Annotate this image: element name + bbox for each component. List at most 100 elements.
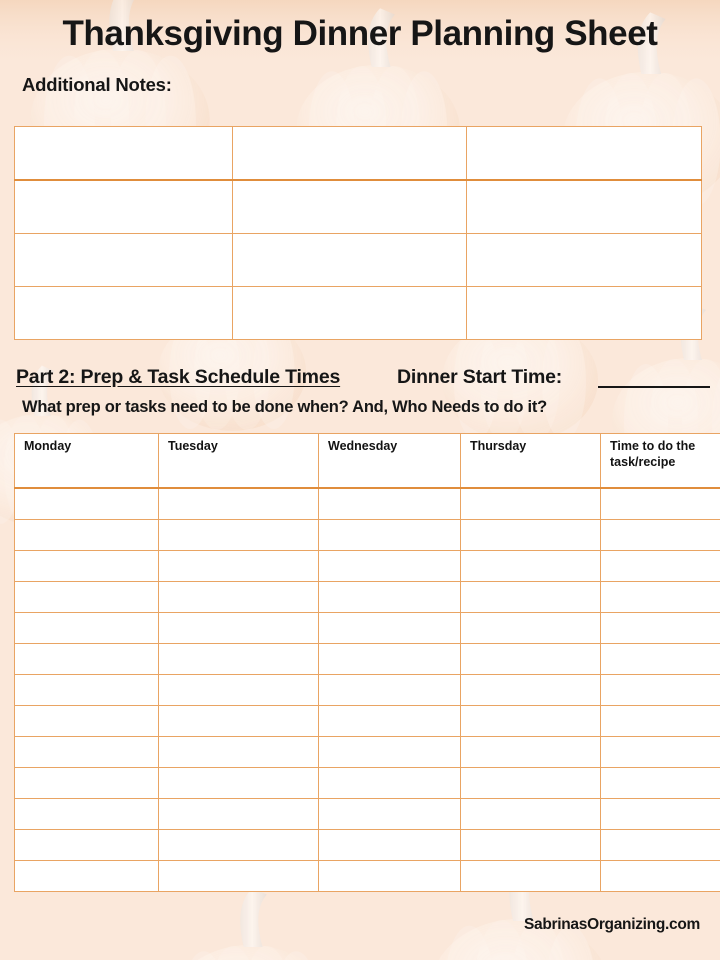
schedule-cell[interactable] [600, 674, 720, 706]
schedule-cell[interactable] [460, 829, 601, 861]
schedule-cell[interactable] [158, 550, 319, 582]
column-header-time-to-do-task: Time to do the task/recipe [600, 433, 720, 489]
schedule-cell[interactable] [460, 860, 601, 892]
schedule-cell[interactable] [600, 487, 720, 520]
schedule-cell[interactable] [600, 767, 720, 799]
notes-cell[interactable] [466, 179, 702, 234]
schedule-cell[interactable] [318, 550, 461, 582]
schedule-cell[interactable] [460, 487, 601, 520]
table-row [14, 179, 702, 234]
table-row [14, 612, 720, 644]
schedule-cell[interactable] [318, 643, 461, 675]
notes-cell[interactable] [232, 179, 467, 234]
schedule-cell[interactable] [318, 674, 461, 706]
schedule-cell[interactable] [14, 519, 159, 551]
notes-cell[interactable] [232, 286, 467, 340]
schedule-cell[interactable] [14, 736, 159, 768]
table-row [14, 126, 702, 181]
schedule-cell[interactable] [318, 581, 461, 613]
schedule-cell[interactable] [158, 581, 319, 613]
schedule-cell[interactable] [158, 519, 319, 551]
schedule-cell[interactable] [460, 519, 601, 551]
schedule-cell[interactable] [14, 705, 159, 737]
schedule-cell[interactable] [318, 487, 461, 520]
notes-cell[interactable] [14, 233, 233, 287]
planning-sheet-page: Thanksgiving Dinner Planning Sheet Addit… [0, 0, 720, 960]
schedule-cell[interactable] [460, 736, 601, 768]
table-row [14, 581, 720, 613]
schedule-cell[interactable] [600, 829, 720, 861]
column-header-tuesday: Tuesday [158, 433, 319, 489]
schedule-cell[interactable] [460, 643, 601, 675]
notes-cell[interactable] [14, 179, 233, 234]
page-title: Thanksgiving Dinner Planning Sheet [62, 14, 658, 53]
schedule-cell[interactable] [318, 612, 461, 644]
notes-cell[interactable] [14, 126, 233, 181]
table-row [14, 519, 720, 551]
schedule-cell[interactable] [600, 612, 720, 644]
schedule-cell[interactable] [14, 643, 159, 675]
table-row [14, 767, 720, 799]
schedule-cell[interactable] [600, 705, 720, 737]
table-row [14, 736, 720, 768]
schedule-cell[interactable] [14, 487, 159, 520]
notes-cell[interactable] [466, 233, 702, 287]
schedule-cell[interactable] [460, 674, 601, 706]
column-header-monday: Monday [14, 433, 159, 489]
schedule-cell[interactable] [14, 674, 159, 706]
table-row [14, 798, 720, 830]
schedule-cell[interactable] [318, 736, 461, 768]
schedule-cell[interactable] [600, 736, 720, 768]
schedule-cell[interactable] [158, 705, 319, 737]
notes-cell[interactable] [466, 286, 702, 340]
schedule-cell[interactable] [158, 829, 319, 861]
additional-notes-body [14, 126, 702, 340]
dinner-start-time-field[interactable] [598, 386, 710, 388]
schedule-cell[interactable] [14, 860, 159, 892]
schedule-cell[interactable] [318, 860, 461, 892]
schedule-cell[interactable] [158, 860, 319, 892]
table-row [14, 233, 702, 287]
schedule-cell[interactable] [600, 643, 720, 675]
schedule-cell[interactable] [460, 767, 601, 799]
schedule-cell[interactable] [600, 860, 720, 892]
schedule-cell[interactable] [318, 798, 461, 830]
schedule-cell[interactable] [600, 550, 720, 582]
schedule-cell[interactable] [14, 767, 159, 799]
table-row [14, 829, 720, 861]
schedule-cell[interactable] [460, 798, 601, 830]
schedule-cell[interactable] [318, 829, 461, 861]
dinner-start-time-label: Dinner Start Time: [397, 366, 563, 388]
column-header-thursday: Thursday [460, 433, 601, 489]
schedule-cell[interactable] [318, 519, 461, 551]
schedule-cell[interactable] [14, 550, 159, 582]
notes-cell[interactable] [232, 233, 467, 287]
table-row [14, 860, 720, 892]
schedule-cell[interactable] [600, 798, 720, 830]
schedule-cell[interactable] [460, 550, 601, 582]
schedule-cell[interactable] [460, 581, 601, 613]
schedule-cell[interactable] [158, 612, 319, 644]
schedule-cell[interactable] [158, 674, 319, 706]
schedule-cell[interactable] [600, 581, 720, 613]
table-row [14, 550, 720, 582]
schedule-cell[interactable] [14, 581, 159, 613]
schedule-cell[interactable] [14, 612, 159, 644]
schedule-cell[interactable] [318, 705, 461, 737]
schedule-cell[interactable] [158, 767, 319, 799]
notes-cell[interactable] [466, 126, 702, 181]
schedule-cell[interactable] [14, 829, 159, 861]
schedule-cell[interactable] [158, 798, 319, 830]
schedule-cell[interactable] [158, 736, 319, 768]
notes-cell[interactable] [232, 126, 467, 181]
schedule-cell[interactable] [158, 487, 319, 520]
schedule-cell[interactable] [14, 798, 159, 830]
schedule-cell[interactable] [600, 519, 720, 551]
schedule-cell[interactable] [460, 612, 601, 644]
table-header-row: Monday Tuesday Wednesday Thursday Time t… [14, 433, 720, 489]
schedule-cell[interactable] [318, 767, 461, 799]
table-row [14, 286, 702, 340]
notes-cell[interactable] [14, 286, 233, 340]
schedule-cell[interactable] [460, 705, 601, 737]
schedule-cell[interactable] [158, 643, 319, 675]
